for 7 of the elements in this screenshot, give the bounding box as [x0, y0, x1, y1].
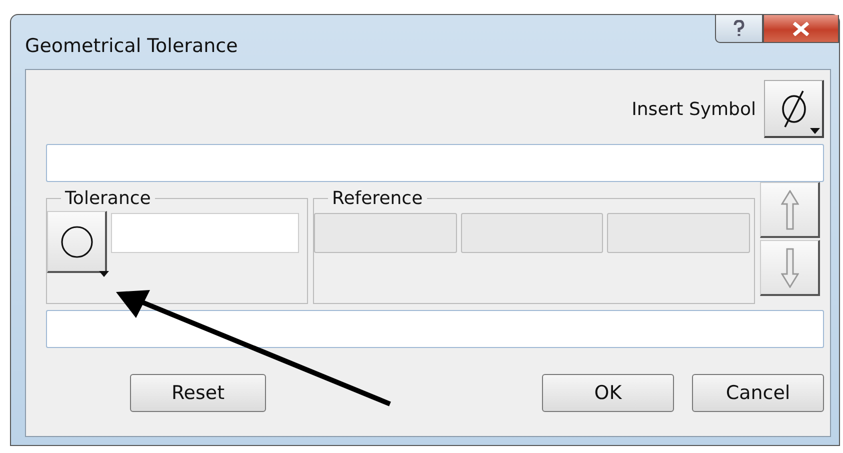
reset-button[interactable]: Reset [130, 374, 266, 412]
cancel-button[interactable]: Cancel [692, 374, 824, 412]
insert-symbol-label: Insert Symbol [632, 98, 756, 120]
group-title: Tolerance [64, 188, 152, 209]
window-title: Geometrical Tolerance [25, 35, 238, 57]
group-title: Reference [331, 188, 424, 209]
ok-button[interactable]: OK [542, 374, 674, 412]
